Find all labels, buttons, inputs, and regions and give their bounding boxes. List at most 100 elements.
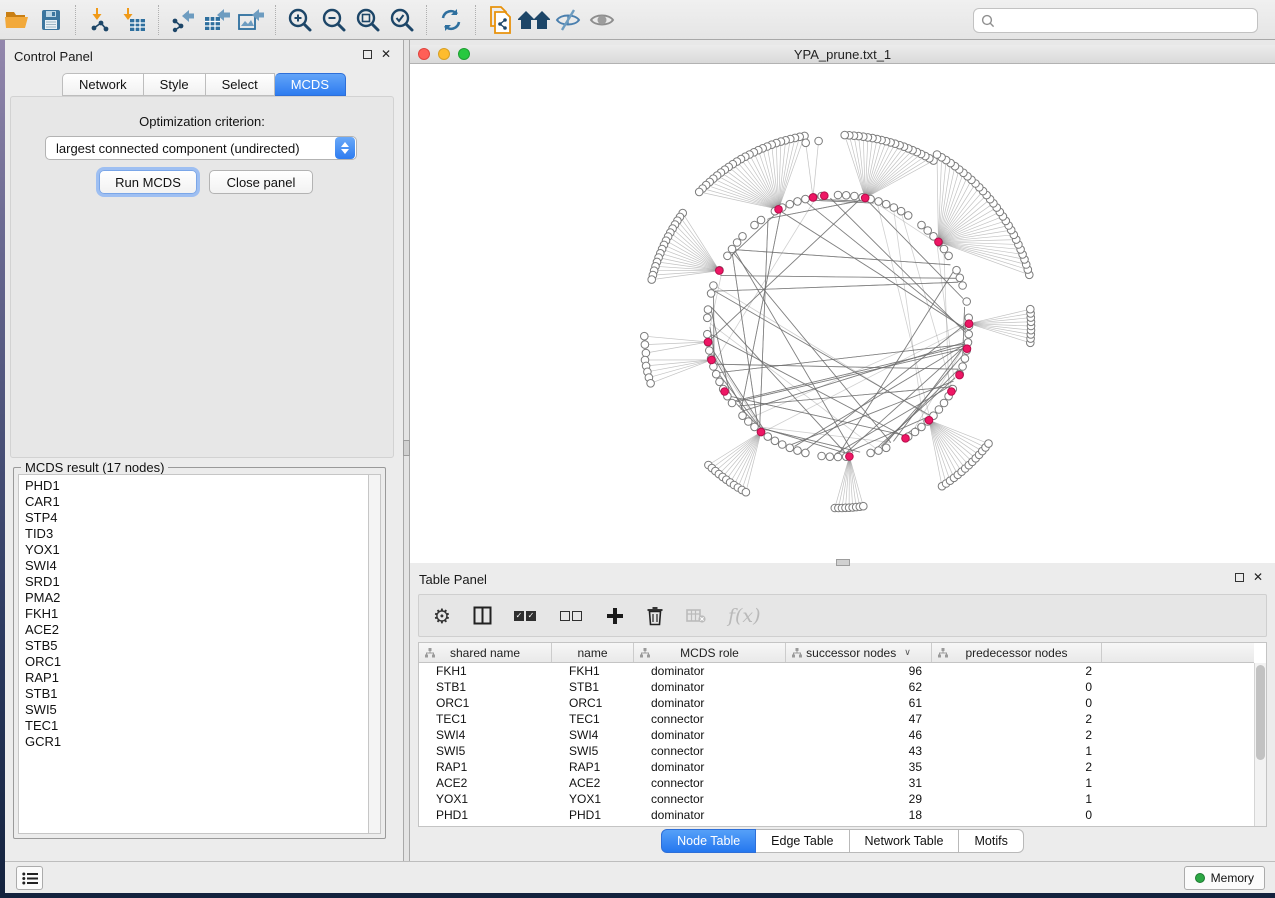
table-cell[interactable]: dominator: [634, 727, 786, 743]
table-cell[interactable]: 96: [786, 663, 932, 679]
export-table-icon[interactable]: [200, 4, 234, 36]
criterion-select[interactable]: largest connected component (undirected): [45, 136, 357, 160]
table-cell[interactable]: SWI5: [552, 743, 634, 759]
table-cell[interactable]: PHD1: [419, 807, 552, 823]
table-cell[interactable]: YOX1: [552, 791, 634, 807]
table-cell[interactable]: TEC1: [552, 711, 634, 727]
table-cell[interactable]: 46: [786, 727, 932, 743]
table-cell[interactable]: 62: [786, 679, 932, 695]
memory-button[interactable]: Memory: [1184, 866, 1265, 890]
list-item[interactable]: PMA2: [25, 590, 368, 606]
table-cell[interactable]: FKH1: [552, 663, 634, 679]
table-cell[interactable]: STB1: [552, 679, 634, 695]
clone-network-icon[interactable]: [483, 4, 517, 36]
zoom-fit-icon[interactable]: [351, 4, 385, 36]
horizontal-splitter[interactable]: [836, 559, 850, 566]
export-image-icon[interactable]: [234, 4, 268, 36]
table-cell[interactable]: dominator: [634, 679, 786, 695]
table-row[interactable]: FKH1FKH1dominator962: [419, 663, 1254, 679]
export-network-icon[interactable]: [166, 4, 200, 36]
tab-network[interactable]: Network: [62, 73, 144, 96]
table-cell[interactable]: 2: [932, 663, 1102, 679]
save-icon[interactable]: [34, 4, 68, 36]
list-item[interactable]: CAR1: [25, 494, 368, 510]
zoom-selected-icon[interactable]: [385, 4, 419, 36]
show-panel-icon[interactable]: [585, 4, 619, 36]
column-header-mcds-role[interactable]: MCDS role: [634, 643, 786, 662]
table-cell[interactable]: dominator: [634, 759, 786, 775]
list-item[interactable]: SWI5: [25, 702, 368, 718]
network-graph[interactable]: [410, 64, 1275, 563]
task-history-button[interactable]: [16, 866, 43, 890]
select-all-icon[interactable]: ✓✓: [514, 611, 538, 621]
table-cell[interactable]: 1: [932, 791, 1102, 807]
columns-icon[interactable]: [473, 606, 492, 625]
import-network-icon[interactable]: [83, 4, 117, 36]
table-cell[interactable]: YOX1: [419, 791, 552, 807]
list-item[interactable]: YOX1: [25, 542, 368, 558]
list-item[interactable]: TEC1: [25, 718, 368, 734]
table-cell[interactable]: ORC1: [419, 695, 552, 711]
table-cell[interactable]: 18: [786, 807, 932, 823]
run-mcds-button[interactable]: Run MCDS: [99, 170, 197, 194]
search-box[interactable]: [973, 8, 1258, 33]
float-panel-icon[interactable]: [363, 50, 372, 59]
delete-icon[interactable]: [646, 606, 664, 626]
scrollbar[interactable]: [1254, 663, 1266, 826]
table-cell[interactable]: ORC1: [552, 695, 634, 711]
column-header-name[interactable]: name: [552, 643, 634, 662]
table-cell[interactable]: 0: [932, 695, 1102, 711]
table-cell[interactable]: connector: [634, 711, 786, 727]
tab-select[interactable]: Select: [206, 73, 275, 96]
column-header-successor-nodes[interactable]: successor nodes ∨: [786, 643, 932, 662]
mcds-result-list[interactable]: PHD1 CAR1 STP4 TID3 YOX1 SWI4 SRD1 PMA2 …: [18, 474, 368, 834]
table-cell[interactable]: ACE2: [552, 775, 634, 791]
tab-network-table[interactable]: Network Table: [850, 829, 960, 853]
scrollbar[interactable]: [368, 474, 381, 834]
table-row[interactable]: PHD1PHD1dominator180: [419, 807, 1254, 823]
table-row[interactable]: RAP1RAP1dominator352: [419, 759, 1254, 775]
table-cell[interactable]: 47: [786, 711, 932, 727]
table-cell[interactable]: FKH1: [419, 663, 552, 679]
table-cell[interactable]: RAP1: [419, 759, 552, 775]
table-cell[interactable]: 1: [932, 775, 1102, 791]
open-folder-icon[interactable]: [0, 4, 34, 36]
table-cell[interactable]: dominator: [634, 807, 786, 823]
tab-motifs[interactable]: Motifs: [959, 829, 1023, 853]
list-item[interactable]: RAP1: [25, 670, 368, 686]
table-cell[interactable]: SWI4: [419, 727, 552, 743]
table-cell[interactable]: 2: [932, 711, 1102, 727]
tab-node-table[interactable]: Node Table: [661, 829, 756, 853]
list-item[interactable]: TID3: [25, 526, 368, 542]
vertical-splitter[interactable]: [403, 40, 410, 861]
close-icon[interactable]: ✕: [1253, 573, 1263, 582]
table-row[interactable]: TEC1TEC1connector472: [419, 711, 1254, 727]
hide-panel-icon[interactable]: [551, 4, 585, 36]
search-input[interactable]: [995, 11, 1257, 31]
list-item[interactable]: FKH1: [25, 606, 368, 622]
table-row[interactable]: YOX1YOX1connector291: [419, 791, 1254, 807]
table-cell[interactable]: 1: [932, 743, 1102, 759]
list-item[interactable]: ACE2: [25, 622, 368, 638]
table-row[interactable]: ORC1ORC1dominator610: [419, 695, 1254, 711]
table-cell[interactable]: 61: [786, 695, 932, 711]
table-cell[interactable]: SWI4: [552, 727, 634, 743]
table-cell[interactable]: 0: [932, 679, 1102, 695]
zoom-out-icon[interactable]: [317, 4, 351, 36]
table-cell[interactable]: RAP1: [552, 759, 634, 775]
table-cell[interactable]: 35: [786, 759, 932, 775]
gear-icon[interactable]: ⚙: [433, 604, 451, 628]
tab-edge-table[interactable]: Edge Table: [756, 829, 849, 853]
list-item[interactable]: GCR1: [25, 734, 368, 750]
table-row[interactable]: SWI5SWI5connector431: [419, 743, 1254, 759]
table-cell[interactable]: 31: [786, 775, 932, 791]
list-item[interactable]: ORC1: [25, 654, 368, 670]
network-canvas[interactable]: [410, 64, 1275, 563]
table-cell[interactable]: 29: [786, 791, 932, 807]
table-cell[interactable]: 43: [786, 743, 932, 759]
table-cell[interactable]: 2: [932, 727, 1102, 743]
table-cell[interactable]: SWI5: [419, 743, 552, 759]
column-header-shared-name[interactable]: shared name: [419, 643, 552, 662]
list-item[interactable]: STP4: [25, 510, 368, 526]
table-cell[interactable]: TEC1: [419, 711, 552, 727]
